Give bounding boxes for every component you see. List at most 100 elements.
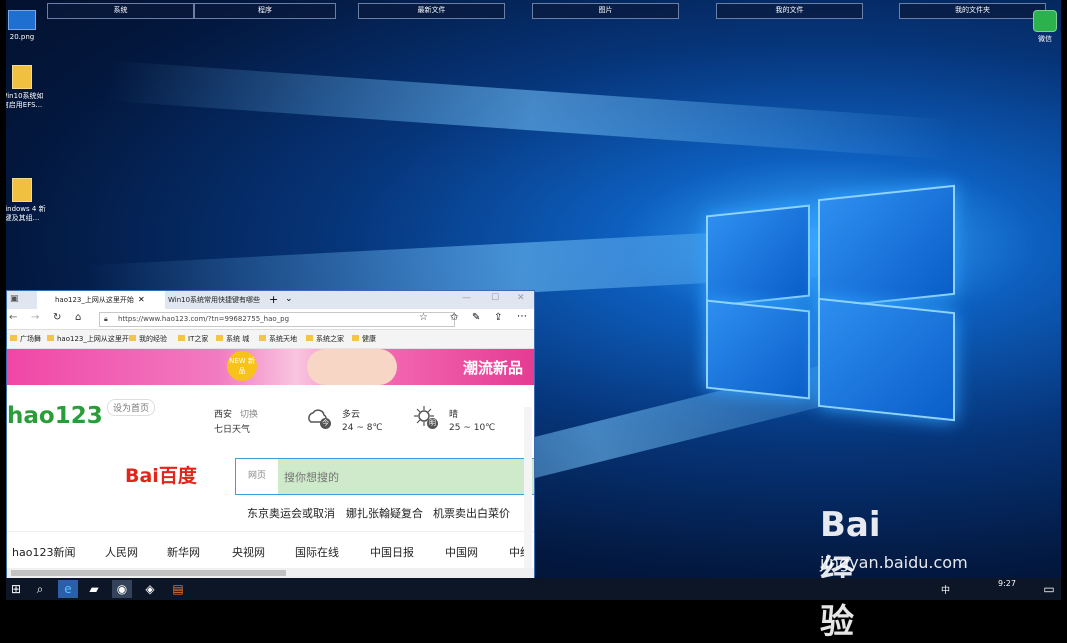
app-icon[interactable]: ▰	[84, 580, 104, 598]
browser-window: ▣ hao123_上网从这里开始 ✕ Win10系统常用快捷键有哪些 + ⌄ —…	[6, 290, 535, 579]
light-beam	[106, 60, 958, 160]
horizontal-scrollbar[interactable]	[7, 568, 534, 578]
tomorrow-label: 明	[427, 418, 438, 429]
nav-link[interactable]: hao123新闻	[12, 544, 75, 560]
windows-logo-pane	[706, 204, 810, 308]
toolbar-item-pictures[interactable]: 图片	[532, 3, 679, 19]
home-icon[interactable]: ⌂	[75, 312, 81, 323]
vertical-scrollbar[interactable]	[524, 407, 532, 568]
search-icon[interactable]: ⌕	[30, 580, 50, 598]
cloudy-icon: 今	[305, 404, 331, 430]
close-icon[interactable]: ✕	[517, 293, 525, 303]
ad-banner[interactable]: NEW 新品 潮流新品	[7, 349, 534, 385]
tomorrow-condition: 晴	[449, 410, 459, 420]
desktop-icon-doc2[interactable]: Windows 4 新键及其组...	[6, 178, 46, 223]
desktop-icon-label: Win10系统如何启用EFS...	[6, 92, 44, 109]
edge-icon[interactable]: e	[58, 580, 78, 598]
desktop-icon-label: 微信	[1038, 35, 1052, 43]
favorite-item[interactable]: 系统天地	[259, 334, 297, 344]
notification-icon[interactable]: ▭	[1039, 580, 1059, 598]
windows-logo-pane	[818, 297, 955, 422]
desktop-toolbar: 系统 程序 最新文件 图片 我的文件 我的文件夹	[6, 0, 1061, 19]
favorite-item[interactable]: hao123_上网从这里开	[47, 334, 129, 344]
app-icon[interactable]: ◈	[140, 580, 160, 598]
banner-text: 潮流新品	[463, 359, 524, 377]
hot-link[interactable]: 东京奥运会或取消	[247, 505, 335, 521]
tab-list-icon[interactable]: ▣	[10, 294, 19, 304]
favorite-item[interactable]: 系统之家	[306, 334, 344, 344]
baidu-logo[interactable]: Bai百度	[125, 461, 197, 488]
clock[interactable]: 9:27	[998, 579, 1016, 588]
app-icon[interactable]: ▤	[168, 580, 188, 598]
tab-win10[interactable]: Win10系统常用快捷键有哪些	[150, 291, 278, 309]
nav-link[interactable]: 中国日报	[370, 544, 414, 560]
toolbar-item-recent-files[interactable]: 最新文件	[358, 3, 505, 19]
lock-icon: 🔒︎	[104, 315, 108, 323]
close-tab-icon[interactable]: ✕	[138, 295, 145, 304]
divider	[7, 531, 534, 532]
document-icon	[12, 178, 32, 202]
minimize-icon[interactable]: —	[462, 293, 471, 303]
windows-logo-pane	[706, 299, 810, 400]
nav-link[interactable]: 新华网	[167, 544, 200, 560]
desktop-icon-label: Windows 4 新键及其组...	[6, 205, 46, 222]
nav-link[interactable]: 央视网	[232, 544, 265, 560]
image-file-icon	[8, 10, 36, 30]
back-icon[interactable]: ←	[9, 312, 17, 323]
nav-link[interactable]: 人民网	[105, 544, 138, 560]
ime-indicator[interactable]: 中	[941, 583, 950, 596]
favorites-bar: 广场舞 hao123_上网从这里开 我的经验 IT之家 系统 城 系统天地 系统…	[7, 330, 534, 349]
new-badge: NEW 新品	[227, 351, 257, 381]
nav-link[interactable]: 国际在线	[295, 544, 339, 560]
document-icon	[12, 65, 32, 89]
url-field[interactable]: 🔒︎ https://www.hao123.com/?tn=99682755_h…	[99, 312, 455, 327]
favorite-item[interactable]: IT之家	[178, 334, 208, 344]
forward-icon[interactable]: →	[31, 312, 39, 323]
scrollbar-thumb[interactable]	[11, 570, 286, 576]
desktop-icon-png[interactable]: 20.png	[6, 10, 46, 42]
favorites-icon[interactable]: ✩	[450, 312, 458, 323]
favorite-item[interactable]: 系统 城	[216, 334, 249, 344]
city-name: 西安	[214, 410, 233, 420]
refresh-icon[interactable]: ↻	[53, 312, 61, 323]
desktop-icon-doc1[interactable]: Win10系统如何启用EFS...	[6, 65, 46, 110]
toolbar-item-my-files[interactable]: 我的文件	[716, 3, 863, 19]
maximize-icon[interactable]: ☐	[491, 293, 499, 303]
search-category-select[interactable]: 网页	[236, 459, 278, 494]
toolbar-item-system[interactable]: 系统	[47, 3, 194, 19]
tab-strip: ▣ hao123_上网从这里开始 ✕ Win10系统常用快捷键有哪些 + ⌄ —…	[7, 291, 534, 309]
today-label: 今	[320, 418, 331, 429]
url-text: https://www.hao123.com/?tn=99682755_hao_…	[118, 315, 290, 323]
desktop-icon-label: 20.png	[9, 33, 35, 41]
hot-link[interactable]: 娜扎张翰疑复合	[346, 505, 423, 521]
windows-logo-pane	[818, 184, 955, 310]
wechat-icon	[1033, 10, 1057, 32]
share-icon[interactable]: ⇪	[494, 312, 502, 323]
nav-link[interactable]: 中国网	[445, 544, 478, 560]
search-input[interactable]	[282, 468, 516, 486]
desktop-icon-wechat[interactable]: 微信	[1021, 10, 1061, 44]
favorite-item[interactable]: 健康	[352, 334, 376, 344]
sunny-icon: 明	[412, 404, 438, 430]
watermark-site: jingyan.baidu.com	[820, 553, 968, 572]
hao123-logo[interactable]: hao123	[7, 403, 103, 429]
tab-hao123[interactable]: hao123_上网从这里开始	[37, 291, 165, 309]
set-home-button[interactable]: 设为首页	[107, 399, 156, 416]
more-icon[interactable]: ⋯	[517, 311, 527, 322]
today-condition: 多云	[342, 410, 361, 420]
today-temperature: 24 ~ 8℃	[342, 423, 383, 433]
toolbar-item-programs[interactable]: 程序	[194, 3, 336, 19]
search-box[interactable]: 网页	[235, 458, 534, 495]
star-icon[interactable]: ☆	[419, 312, 428, 323]
chevron-down-icon[interactable]: ⌄	[285, 294, 293, 304]
hot-link[interactable]: 机票卖出白菜价	[433, 505, 510, 521]
switch-city-link[interactable]: 切换	[240, 407, 258, 420]
pen-icon[interactable]: ✎	[472, 312, 480, 323]
favorite-item[interactable]: 我的经验	[129, 334, 167, 344]
address-bar: ← → ↻ ⌂ 🔒︎ https://www.hao123.com/?tn=99…	[7, 309, 534, 330]
favorite-item[interactable]: 广场舞	[10, 334, 41, 344]
start-icon[interactable]: ⊞	[6, 580, 26, 598]
qq-icon[interactable]: ◉	[112, 580, 132, 598]
new-tab-icon[interactable]: +	[269, 293, 278, 306]
seven-day-weather-link[interactable]: 七日天气	[214, 422, 250, 435]
